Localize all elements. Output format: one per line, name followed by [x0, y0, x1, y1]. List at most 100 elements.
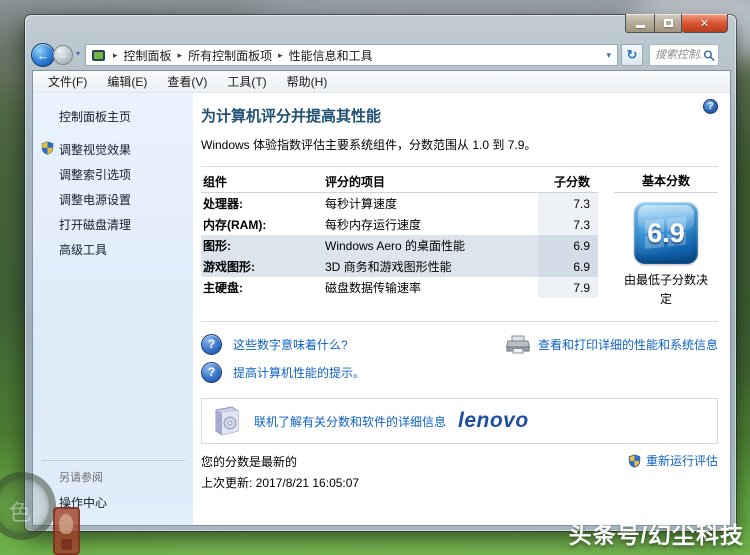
- help-button[interactable]: ?: [703, 99, 718, 114]
- menu-bar: 文件(F) 编辑(E) 查看(V) 工具(T) 帮助(H): [33, 71, 730, 93]
- navigation-bar: ← → ▾ ▸ 控制面板 ▸ 所有控制面板项 ▸ 性能信息和工具 ▾ ↻: [25, 40, 736, 70]
- see-also-section: 另请参阅 操作中心: [41, 460, 185, 511]
- breadcrumb-separator-icon: ▸: [177, 49, 183, 60]
- minimize-icon: [635, 25, 645, 28]
- sidebar-item-label: 调整视觉效果: [59, 143, 132, 157]
- sidebar-item-control-panel-home[interactable]: 控制面板主页: [33, 105, 193, 128]
- window-titlebar[interactable]: ✕: [25, 14, 736, 40]
- base-score-tile: 6.9: [634, 202, 698, 264]
- subscore-value: 6.9: [538, 235, 598, 256]
- base-score-value: 6.9: [647, 217, 685, 248]
- divider: [201, 321, 718, 323]
- online-score-info-link[interactable]: 联机了解有关分数和软件的详细信息: [254, 413, 446, 430]
- printer-icon: [505, 335, 530, 354]
- table-header-row: 组件 评分的项目 子分数: [201, 170, 598, 193]
- what-numbers-mean-link[interactable]: 这些数字意味着什么?: [233, 336, 348, 353]
- score-status-footer: 您的分数是最新的 上次更新: 2017/8/21 16:05:07 重新运行评估: [201, 453, 718, 491]
- channel-watermark: 头条号/幻尘科技: [568, 522, 744, 548]
- menu-file[interactable]: 文件(F): [38, 71, 97, 93]
- caption-buttons: ✕: [625, 14, 728, 33]
- search-input[interactable]: [655, 49, 703, 61]
- breadcrumb-item-control-panel[interactable]: 控制面板: [124, 47, 172, 64]
- question-glyph: ?: [207, 337, 216, 352]
- base-score-column: 基本分数 6.9 由最低子分数决定: [614, 170, 718, 308]
- table-row-processor: 处理器: 每秒计算速度 7.3: [201, 193, 598, 214]
- menu-view[interactable]: 查看(V): [157, 71, 217, 93]
- question-glyph: ?: [207, 365, 216, 380]
- breadcrumb-separator-icon: ▸: [113, 49, 118, 60]
- subscore-value: 7.3: [538, 193, 598, 214]
- improve-performance-tips-link[interactable]: 提高计算机性能的提示。: [233, 364, 365, 381]
- link-row: ? 提高计算机性能的提示。: [201, 358, 718, 386]
- table-row-gaming-graphics: 游戏图形: 3D 商务和游戏图形性能 6.9: [201, 256, 598, 277]
- breadcrumb[interactable]: ▸ 控制面板 ▸ 所有控制面板项 ▸ 性能信息和工具 ▾: [85, 44, 618, 66]
- menu-help[interactable]: 帮助(H): [277, 71, 338, 93]
- rerun-assessment-link[interactable]: 重新运行评估: [628, 452, 718, 469]
- page-subtitle: Windows 体验指数评估主要系统组件，分数范围从 1.0 到 7.9。: [201, 138, 537, 152]
- rated-item: Windows Aero 的桌面性能: [325, 239, 466, 253]
- close-button[interactable]: ✕: [682, 14, 728, 33]
- base-score-caption: 由最低子分数决定: [623, 273, 708, 306]
- component-name: 图形:: [203, 239, 231, 253]
- sidebar-item-open-disk-cleanup[interactable]: 打开磁盘清理: [33, 212, 193, 237]
- rated-item: 每秒内存运行速度: [325, 218, 422, 232]
- breadcrumb-item-performance[interactable]: 性能信息和工具: [289, 47, 373, 64]
- col-header-rated-item: 评分的项目: [325, 174, 386, 189]
- menu-edit[interactable]: 编辑(E): [97, 71, 157, 93]
- sidebar-item-advanced-tools[interactable]: 高级工具: [33, 237, 193, 262]
- subscore-value: 7.9: [538, 277, 598, 298]
- component-name: 主硬盘:: [203, 281, 243, 295]
- desktop-background: ✕ ← → ▾ ▸ 控制面板 ▸ 所有控制面板项 ▸ 性能信息和工具 ▾ ↻ 搜…: [0, 0, 750, 555]
- recent-pages-dropdown[interactable]: ▾: [76, 49, 80, 58]
- table-row-graphics: 图形: Windows Aero 的桌面性能 6.9: [201, 235, 598, 256]
- help-icon: ?: [707, 101, 714, 112]
- uac-shield-icon: [628, 454, 641, 468]
- forward-icon: →: [57, 49, 69, 61]
- lenovo-logo: lenovo: [458, 409, 529, 433]
- maximize-icon: [663, 19, 673, 27]
- component-name: 内存(RAM):: [203, 218, 267, 232]
- refresh-button[interactable]: ↻: [621, 44, 643, 66]
- address-dropdown-icon[interactable]: ▾: [606, 50, 613, 61]
- sidebar-item-adjust-power-settings[interactable]: 调整电源设置: [33, 187, 193, 212]
- question-icon: ?: [201, 361, 222, 383]
- online-info-panel: 联机了解有关分数和软件的详细信息 lenovo: [201, 398, 718, 445]
- back-button[interactable]: ←: [31, 43, 55, 67]
- sidebar: 控制面板主页 调整视觉效果 调整索引选项 调整电源设置 打开磁盘清理 高级工具 …: [33, 93, 193, 525]
- rated-item: 磁盘数据传输速率: [325, 281, 422, 295]
- forward-button[interactable]: →: [53, 45, 73, 65]
- stamp-glyph: 色: [9, 500, 32, 525]
- search-icon: [703, 49, 715, 61]
- back-icon: ←: [36, 47, 50, 63]
- rated-item: 3D 商务和游戏图形性能: [325, 260, 452, 274]
- refresh-icon: ↻: [626, 47, 638, 62]
- last-updated-text: 上次更新: 2017/8/21 16:05:07: [201, 476, 360, 491]
- chevron-down-icon: ▾: [76, 49, 81, 58]
- rerun-assessment-label: 重新运行评估: [645, 454, 718, 469]
- divider: [201, 166, 718, 167]
- view-print-details-link[interactable]: 查看和打印详细的性能和系统信息: [538, 336, 718, 353]
- minimize-button[interactable]: [625, 14, 654, 33]
- main-content: ? 为计算机评分并提高其性能 Windows 体验指数评估主要系统组件，分数范围…: [193, 93, 730, 525]
- uac-shield-icon: [41, 141, 54, 155]
- subscore-value: 6.9: [538, 256, 598, 277]
- breadcrumb-item-all-items[interactable]: 所有控制面板项: [188, 47, 272, 64]
- table-row-memory: 内存(RAM): 每秒内存运行速度 7.3: [201, 214, 598, 235]
- control-panel-icon: [92, 49, 105, 61]
- search-box[interactable]: [649, 44, 719, 66]
- sidebar-item-adjust-indexing-options[interactable]: 调整索引选项: [33, 162, 193, 187]
- col-header-subscore: 子分数: [553, 174, 590, 189]
- link-row: ? 这些数字意味着什么? 查看和打印详细的性能和系统信息: [201, 330, 718, 358]
- component-name: 处理器:: [203, 197, 243, 211]
- breadcrumb-separator-icon: ▸: [278, 49, 283, 60]
- maximize-button[interactable]: [654, 14, 682, 33]
- see-also-header: 另请参阅: [59, 472, 103, 484]
- red-seal-watermark: [53, 507, 80, 555]
- page-title: 为计算机评分并提高其性能: [201, 108, 382, 125]
- control-panel-window: ✕ ← → ▾ ▸ 控制面板 ▸ 所有控制面板项 ▸ 性能信息和工具 ▾ ↻ 搜…: [25, 14, 736, 531]
- sidebar-item-adjust-visual-effects[interactable]: 调整视觉效果: [33, 137, 193, 162]
- close-icon: ✕: [699, 17, 710, 30]
- menu-tools[interactable]: 工具(T): [217, 71, 276, 93]
- software-box-icon: [215, 406, 239, 436]
- component-name: 游戏图形:: [203, 260, 255, 274]
